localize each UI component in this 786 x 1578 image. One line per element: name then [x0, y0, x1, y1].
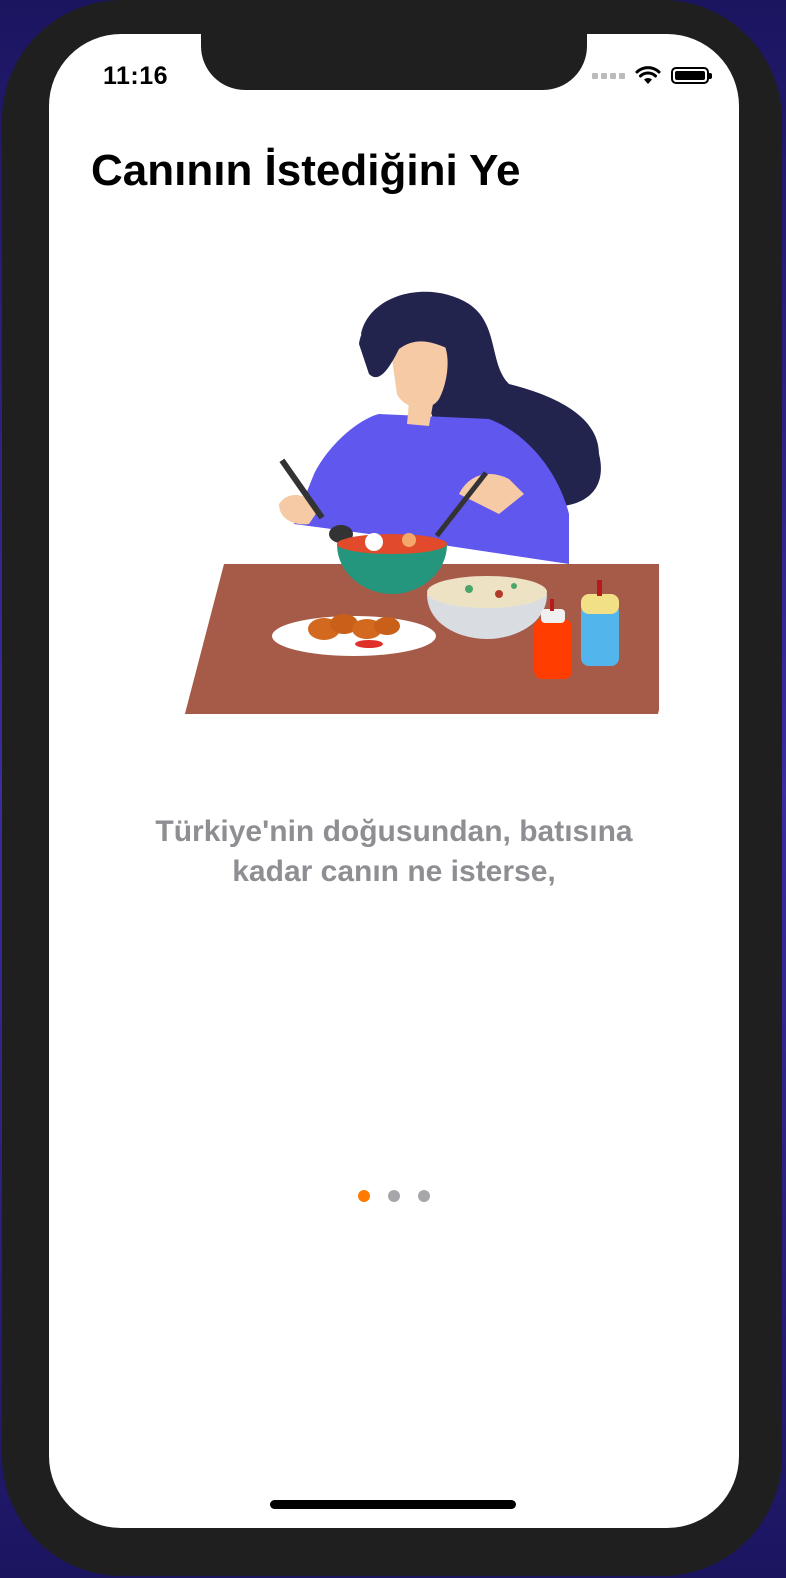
- page-dot-3[interactable]: [418, 1190, 430, 1202]
- app-screen: 11:16 Canının İstediğini Ye Türkiye'nin …: [49, 34, 739, 1528]
- status-time: 11:16: [103, 62, 169, 90]
- cellular-signal-icon: [592, 72, 625, 79]
- page-dot-1-active[interactable]: [358, 1190, 370, 1202]
- onboarding-description: Türkiye'nin doğusundan, batısına kadar c…: [49, 812, 739, 892]
- page-dot-2[interactable]: [388, 1190, 400, 1202]
- wifi-icon: [635, 66, 661, 84]
- description-line-2: kadar canın ne isterse,: [232, 855, 556, 888]
- device-notch: [201, 34, 587, 90]
- description-line-1: Türkiye'nin doğusundan, batısına: [155, 815, 633, 848]
- status-icons: [592, 66, 712, 85]
- battery-icon: [671, 67, 712, 84]
- woman-eating-illustration: [184, 291, 659, 714]
- page-indicator[interactable]: [49, 1190, 739, 1202]
- page-title: Canının İstediğini Ye: [91, 146, 521, 195]
- home-indicator[interactable]: [270, 1500, 516, 1509]
- phone-frame: 11:16 Canının İstediğini Ye Türkiye'nin …: [2, 0, 782, 1576]
